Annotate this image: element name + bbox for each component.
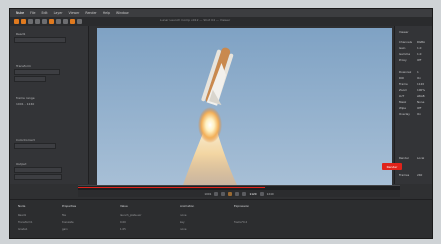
column-header[interactable]: Value [120,204,128,208]
setting-row[interactable]: Wipe Off [399,106,421,110]
output-slider-2[interactable] [14,174,62,180]
mini-label-range: frame range [16,96,35,100]
column-header[interactable]: Expression [234,204,249,208]
setting-row[interactable]: ROI On [399,76,421,80]
application-window: Nuke File Edit Layer Viewer Render Help … [9,8,433,239]
next-frame-icon[interactable] [235,191,240,196]
menu-help[interactable]: Help [103,11,110,15]
loop-icon[interactable] [259,191,264,196]
first-frame-icon[interactable] [214,191,219,196]
column-header[interactable]: Properties [62,204,76,208]
sky-background [97,28,392,185]
render-button[interactable]: Render [382,163,402,170]
properties-panel: Read1 Transform frame range 1001 - 1240 … [10,26,89,184]
section-label-transform: Transform [16,64,31,68]
table-cell: key [180,221,185,224]
table-cell: none [180,214,187,217]
exhaust-flame [198,107,222,143]
table-cell: gain [62,228,68,231]
setting-row[interactable]: Gain 1.0 [399,46,421,50]
current-frame[interactable]: 1120 [249,192,256,196]
table-cell[interactable]: Read1 [18,214,26,217]
setting-row[interactable]: Frame 1120 [399,82,424,86]
menu-viewer[interactable]: Viewer [69,11,80,15]
viewer-settings-title: Viewer [399,30,409,34]
setting-row[interactable]: Proxy Off [399,58,421,62]
color-gain-field[interactable] [14,143,56,149]
setting-row[interactable]: Downrez 1 [399,70,419,74]
play-icon[interactable] [228,191,233,196]
prev-frame-icon[interactable] [221,191,226,196]
column-header[interactable]: Animation [180,204,194,208]
transform-field-2[interactable] [14,76,46,82]
table-cell: 1.05 [120,228,126,231]
table-cell: file [62,214,66,217]
menu-render[interactable]: Render [85,11,96,15]
window-title: Lunar Launch Comp v012 — Shot 04 — Viewe… [160,18,231,22]
table-cell: 0.00 [120,221,126,224]
settings-tool-icon[interactable] [77,19,82,24]
color-tool-icon[interactable] [49,19,54,24]
table-cell[interactable]: Grade1 [18,228,28,231]
read-file-field[interactable] [14,37,66,43]
table-cell[interactable]: Transform1 [18,221,33,224]
setting-row[interactable]: Mask None [399,100,424,104]
timeline-progress [78,187,265,188]
setting-row[interactable]: Frames 240 [399,173,422,177]
app-brand: Nuke [16,11,25,15]
menu-edit[interactable]: Edit [41,11,47,15]
column-header[interactable]: Node [18,204,25,208]
render-tool-icon[interactable] [70,19,75,24]
mini-label-range-value: 1001 - 1240 [16,102,35,106]
menu-bar: Nuke File Edit Layer Viewer Render Help … [10,9,432,17]
section-label-output: Output [16,162,27,166]
last-frame-icon[interactable] [242,191,247,196]
menu-layer[interactable]: Layer [54,11,63,15]
image-viewer[interactable] [97,28,392,185]
table-cell: frame*0.2 [234,221,248,224]
menu-window[interactable]: Window [116,11,129,15]
table-cell: translate [62,221,74,224]
transform-field[interactable] [14,69,60,75]
setting-row[interactable]: Channels RGBA [399,40,425,44]
setting-row[interactable]: Zoom 100% [399,88,425,92]
merge-tool-icon[interactable] [63,19,68,24]
transform-tool-icon[interactable] [21,19,26,24]
node-table: Node Properties Value Animation Expressi… [10,199,432,238]
transport-controls: 1001 1120 1240 [78,190,400,197]
setting-row[interactable]: Gamma 1.0 [399,52,421,56]
setting-row[interactable]: Render Local [399,156,424,160]
section-label-read: Read1 [16,32,26,36]
crop-tool-icon[interactable] [42,19,47,24]
output-slider[interactable] [14,167,62,173]
setting-row[interactable]: LUT sRGB [399,94,425,98]
start-frame: 1001 [204,191,212,196]
table-cell: launch_plate.exr [120,214,142,217]
end-frame: 1240 [266,191,274,196]
paint-tool-icon[interactable] [28,19,33,24]
viewer-settings-panel: Viewer Channels RGBA Gain 1.0 Gamma 1.0 Pro… [394,26,432,184]
keyer-tool-icon[interactable] [56,19,61,24]
roto-tool-icon[interactable] [35,19,40,24]
section-label-color: ColorCorrect [16,138,35,142]
menu-file[interactable]: File [30,11,35,15]
select-tool-icon[interactable] [14,19,19,24]
table-cell: none [180,228,187,231]
setting-row[interactable]: Overlay On [399,112,421,116]
rocket-launch-image [97,28,392,185]
